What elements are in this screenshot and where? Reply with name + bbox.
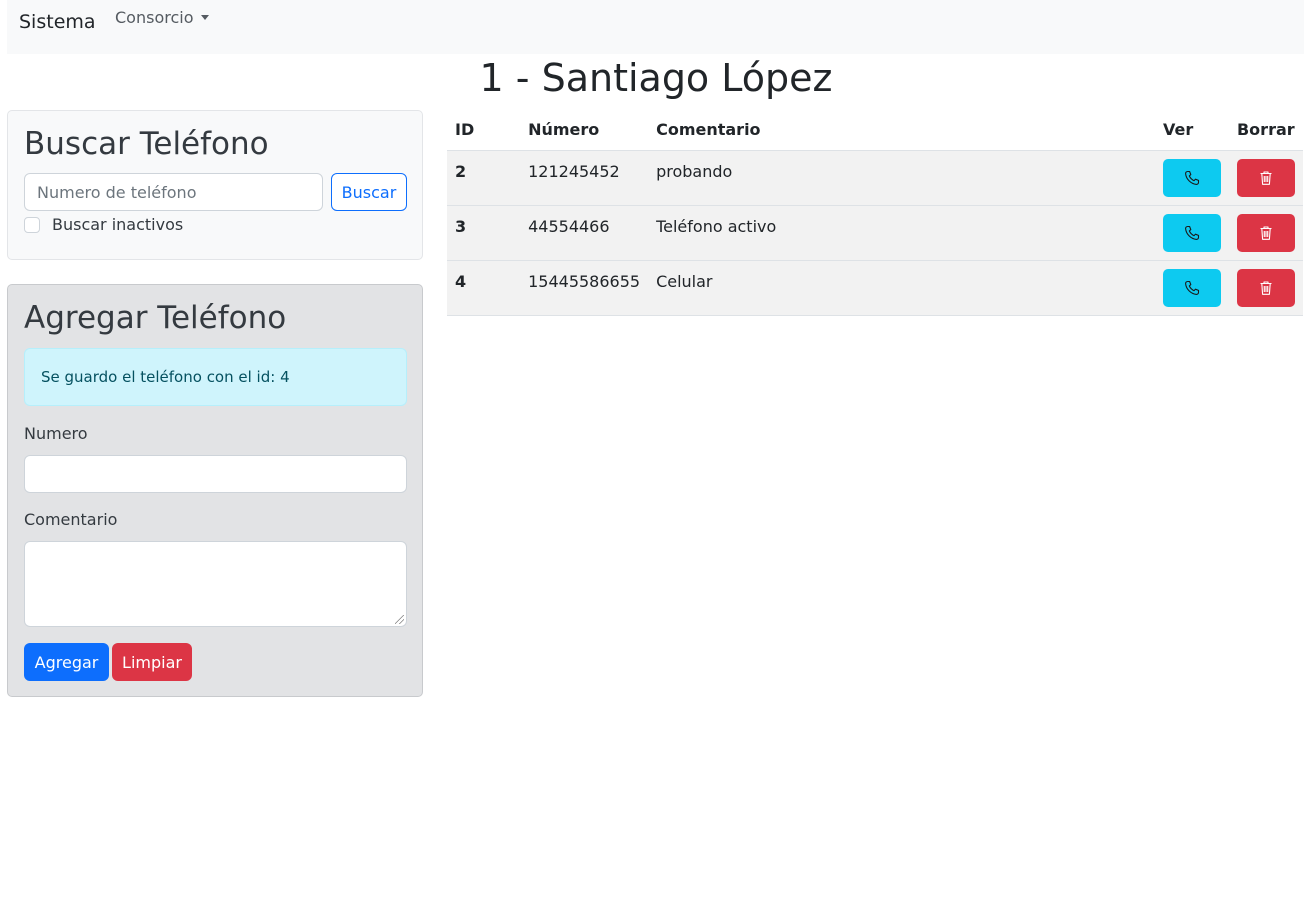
trash-icon — [1260, 225, 1272, 240]
trash-icon — [1260, 280, 1272, 295]
comentario-textarea[interactable] — [24, 541, 407, 627]
header-id: ID — [447, 110, 521, 151]
success-alert: Se guardo el teléfono con el id: 4 — [24, 348, 407, 406]
row-numero: 121245452 — [520, 150, 649, 206]
numero-input[interactable] — [24, 455, 407, 493]
row-comentario: Celular — [648, 260, 1155, 316]
add-card-title: Agregar Teléfono — [24, 300, 287, 336]
inactive-checkbox-label[interactable]: Buscar inactivos — [52, 215, 183, 234]
chevron-down-icon — [201, 15, 210, 20]
table-row: 4 15445586655 Celular — [447, 260, 1303, 316]
view-phone-button[interactable] — [1162, 268, 1221, 307]
row-comentario: probando — [648, 150, 1155, 206]
comentario-label: Comentario — [24, 510, 118, 529]
view-phone-button[interactable] — [1162, 213, 1221, 252]
phones-table-container: ID Número Comentario Ver Borrar 2 121245… — [447, 110, 1303, 316]
row-id: 3 — [447, 205, 521, 261]
add-phone-card: Agregar Teléfono Se guardo el teléfono c… — [7, 284, 423, 697]
numero-label: Numero — [24, 424, 88, 443]
row-id: 4 — [447, 260, 521, 316]
search-button[interactable]: Buscar — [331, 173, 407, 211]
phone-icon — [1185, 225, 1200, 240]
consorcio-dropdown-label: Consorcio — [115, 8, 194, 27]
row-comentario: Teléfono activo — [648, 205, 1155, 261]
header-numero: Número — [520, 110, 649, 151]
add-button[interactable]: Agregar — [24, 643, 109, 681]
row-ver-cell — [1154, 205, 1229, 261]
phone-icon — [1185, 170, 1200, 185]
row-borrar-cell — [1228, 260, 1303, 316]
table-header-row: ID Número Comentario Ver Borrar — [447, 110, 1303, 151]
delete-phone-button[interactable] — [1236, 158, 1295, 197]
table-row: 2 121245452 probando — [447, 150, 1303, 206]
search-card: Buscar Teléfono Buscar Buscar inactivos — [7, 110, 423, 260]
inactive-checkbox[interactable] — [24, 216, 40, 233]
navbar: Sistema Consorcio — [7, 0, 1304, 54]
row-ver-cell — [1154, 150, 1229, 206]
view-phone-button[interactable] — [1162, 158, 1221, 197]
row-borrar-cell — [1228, 150, 1303, 206]
navbar-brand[interactable]: Sistema — [19, 11, 96, 33]
header-comentario: Comentario — [648, 110, 1155, 151]
row-ver-cell — [1154, 260, 1229, 316]
inactive-checkbox-row: Buscar inactivos — [24, 215, 183, 234]
row-numero: 44554466 — [520, 205, 649, 261]
trash-icon — [1260, 170, 1272, 185]
row-id: 2 — [447, 150, 521, 206]
header-borrar: Borrar — [1228, 110, 1303, 151]
header-ver: Ver — [1154, 110, 1229, 151]
row-borrar-cell — [1228, 205, 1303, 261]
clear-button[interactable]: Limpiar — [112, 643, 192, 681]
row-numero: 15445586655 — [520, 260, 649, 316]
table-row: 3 44554466 Teléfono activo — [447, 205, 1303, 261]
search-card-title: Buscar Teléfono — [24, 126, 269, 162]
page-title: 1 - Santiago López — [479, 56, 833, 100]
delete-phone-button[interactable] — [1236, 268, 1295, 307]
resize-grip-icon[interactable] — [395, 615, 404, 624]
phones-table: ID Número Comentario Ver Borrar 2 121245… — [447, 110, 1303, 316]
phone-search-input[interactable] — [24, 173, 323, 211]
delete-phone-button[interactable] — [1236, 213, 1295, 252]
phone-icon — [1185, 280, 1200, 295]
consorcio-dropdown[interactable]: Consorcio — [115, 8, 210, 27]
